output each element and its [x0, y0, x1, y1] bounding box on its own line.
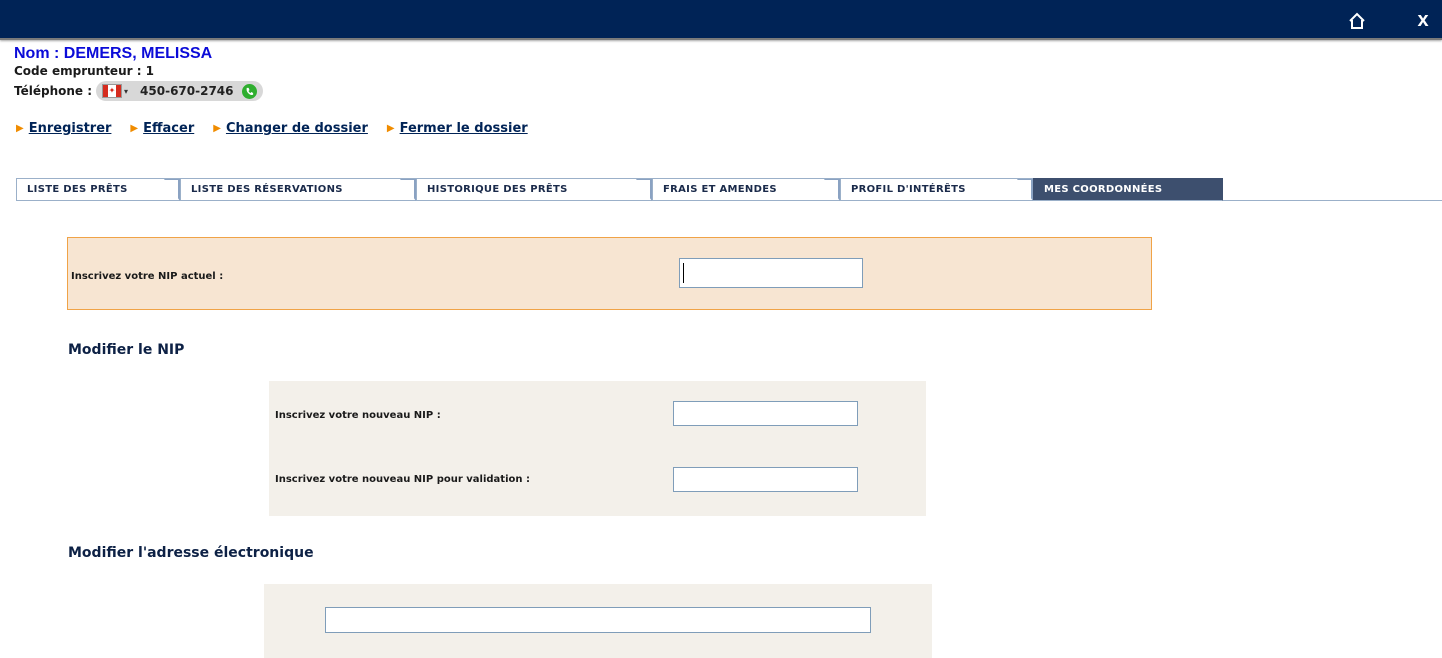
current-pin-label: Inscrivez votre NIP actuel :: [71, 271, 224, 282]
tab-interest-profile[interactable]: PROFIL D'INTÉRÊTS: [840, 178, 1033, 201]
play-arrow-icon: ▶: [16, 123, 24, 134]
play-arrow-icon: ▶: [213, 123, 221, 134]
patron-info: Nom : DEMERS, MELISSA Code emprunteur : …: [14, 44, 263, 102]
call-icon[interactable]: [241, 83, 257, 99]
save-link-label[interactable]: Enregistrer: [29, 121, 112, 136]
top-bar: x: [0, 0, 1442, 40]
borrower-code: Code emprunteur : 1: [14, 64, 155, 78]
current-pin-input[interactable]: [679, 258, 863, 288]
change-file-link-label[interactable]: Changer de dossier: [226, 121, 368, 136]
tab-label: MES COORDONNÉES: [1044, 184, 1163, 195]
phone-label: Téléphone :: [14, 84, 93, 98]
text-cursor: [683, 263, 684, 283]
play-arrow-icon: ▶: [386, 123, 395, 134]
phone-widget: ✦ ▾ 450-670-2746: [96, 81, 263, 101]
tab-loans[interactable]: LISTE DES PRÊTS: [16, 178, 180, 201]
tab-my-details[interactable]: MES COORDONNÉES: [1033, 178, 1223, 201]
save-link[interactable]: ▶ Enregistrer: [16, 121, 111, 136]
new-pin-input[interactable]: [673, 401, 858, 426]
confirm-pin-input[interactable]: [673, 467, 858, 492]
close-file-link-label[interactable]: Fermer le dossier: [400, 121, 528, 136]
tab-fees-fines[interactable]: FRAIS ET AMENDES: [652, 178, 840, 201]
new-pin-label: Inscrivez votre nouveau NIP :: [275, 410, 441, 421]
clear-link-label[interactable]: Effacer: [143, 121, 194, 136]
tab-reservations[interactable]: LISTE DES RÉSERVATIONS: [180, 178, 416, 201]
tab-label: FRAIS ET AMENDES: [663, 184, 777, 195]
tab-label: PROFIL D'INTÉRÊTS: [851, 184, 966, 195]
close-icon[interactable]: x: [1412, 8, 1434, 32]
tab-label: LISTE DES PRÊTS: [27, 184, 128, 195]
close-file-link[interactable]: ▶ Fermer le dossier: [387, 121, 528, 136]
phone-row: Téléphone : ✦ ▾ 450-670-2746: [14, 80, 263, 102]
change-file-link[interactable]: ▶ Changer de dossier: [213, 121, 368, 136]
play-arrow-icon: ▶: [130, 123, 139, 134]
modify-email-title: Modifier l'adresse électronique: [68, 545, 314, 561]
modify-email-panel: [264, 584, 932, 658]
home-icon[interactable]: [1346, 10, 1368, 32]
patron-name: Nom : DEMERS, MELISSA: [14, 45, 213, 62]
tab-label: LISTE DES RÉSERVATIONS: [191, 184, 343, 195]
canada-flag-icon[interactable]: ✦: [102, 84, 123, 98]
clear-link[interactable]: ▶ Effacer: [130, 121, 194, 136]
phone-number: 450-670-2746: [140, 84, 234, 98]
modify-pin-panel: Inscrivez votre nouveau NIP : Inscrivez …: [269, 381, 926, 516]
email-input[interactable]: [325, 607, 871, 633]
modify-pin-title: Modifier le NIP: [68, 342, 185, 358]
tabs-divider: [16, 200, 1442, 201]
action-bar: ▶ Enregistrer ▶ Effacer ▶ Changer de dos…: [16, 121, 547, 136]
current-pin-panel: Inscrivez votre NIP actuel :: [67, 237, 1152, 310]
chevron-down-icon[interactable]: ▾: [124, 87, 128, 96]
confirm-pin-label: Inscrivez votre nouveau NIP pour validat…: [275, 474, 530, 485]
tab-label: HISTORIQUE DES PRÊTS: [427, 184, 568, 195]
tab-bar: LISTE DES PRÊTS LISTE DES RÉSERVATIONS H…: [16, 178, 1223, 201]
tab-loan-history[interactable]: HISTORIQUE DES PRÊTS: [416, 178, 652, 201]
